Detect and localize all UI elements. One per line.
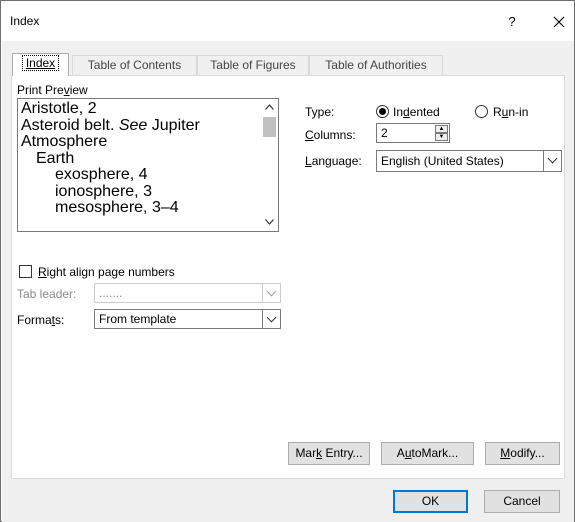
columns-spinner[interactable]: 2 ▲ ▼ (376, 123, 450, 143)
spin-down-icon[interactable]: ▼ (435, 133, 448, 141)
index-dialog: Index ? Index Table of Contents Table of… (0, 0, 575, 522)
chevron-down-icon (547, 153, 558, 164)
run-in-radio-label[interactable]: Run-in (493, 105, 528, 119)
language-label: Language: (305, 154, 362, 168)
spin-up-icon[interactable]: ▲ (435, 125, 448, 133)
preview-line: exosphere, 4 (55, 166, 148, 183)
right-align-checkbox[interactable] (19, 265, 32, 278)
preview-line: Asteroid belt. See Jupiter (21, 116, 261, 135)
language-select[interactable]: English (United States) (376, 150, 562, 172)
tab-leader-label: Tab leader: (17, 287, 77, 301)
preview-line-after: Jupiter (151, 116, 200, 134)
title-bar: Index ? (1, 1, 574, 41)
tab-table-of-contents[interactable]: Table of Contents (72, 55, 197, 75)
tab-table-of-figures[interactable]: Table of Figures (197, 55, 309, 75)
right-align-label[interactable]: Right align page numbers (38, 265, 175, 279)
dialog-body: Index Table of Contents Table of Figures… (2, 41, 574, 522)
preview-line: Aristotle, 2 (21, 100, 97, 117)
preview-line: ionosphere, 3 (55, 182, 152, 200)
scroll-thumb[interactable] (263, 117, 276, 137)
formats-select[interactable]: From template (94, 309, 281, 329)
index-tab-panel: Print Preview Aristotle, 2 Asteroid belt… (11, 75, 565, 479)
preview-line: Earth (36, 149, 75, 167)
preview-line-text: Asteroid belt. (21, 116, 115, 134)
preview-line-italic: See (118, 116, 148, 134)
indented-radio[interactable] (376, 105, 389, 118)
scroll-up-icon[interactable] (261, 99, 278, 116)
preview-line: Atmosphere (21, 133, 108, 150)
preview-scrollbar[interactable] (261, 99, 278, 231)
close-icon (553, 16, 565, 28)
columns-spin-buttons: ▲ ▼ (435, 125, 448, 141)
language-dropdown-button[interactable] (543, 151, 561, 171)
modify-button[interactable]: Modify... (485, 442, 560, 465)
tab-leader-dropdown-button (262, 284, 280, 302)
chevron-down-icon (266, 286, 277, 297)
dialog-title: Index (10, 14, 40, 28)
run-in-radio[interactable] (475, 105, 488, 118)
formats-label: Formats: (17, 313, 65, 327)
formats-dropdown-button[interactable] (262, 310, 280, 328)
tab-index-label: Index (25, 56, 56, 70)
tab-leader-value: ....... (99, 286, 123, 300)
preview-content: Aristotle, 2 Asteroid belt. See Jupiter … (21, 100, 261, 217)
language-value: English (United States) (381, 154, 504, 168)
columns-label: Columns: (305, 128, 356, 142)
print-preview-label: Print Preview (17, 83, 88, 97)
cancel-button[interactable]: Cancel (484, 490, 560, 513)
tab-index[interactable]: Index (12, 53, 69, 76)
print-preview-box[interactable]: Aristotle, 2 Asteroid belt. See Jupiter … (17, 98, 279, 232)
tab-leader-select: ....... (94, 283, 281, 303)
help-button[interactable]: ? (497, 9, 527, 35)
preview-line: mesosphere, 3–4 (55, 199, 179, 216)
scroll-down-icon[interactable] (261, 214, 278, 231)
indented-radio-label[interactable]: Indented (393, 105, 440, 119)
formats-value: From template (99, 312, 177, 326)
automark-button[interactable]: AutoMark... (381, 442, 474, 465)
tab-table-of-authorities[interactable]: Table of Authorities (309, 55, 443, 75)
chevron-down-icon (266, 312, 277, 323)
type-label: Type: (305, 105, 335, 119)
close-button[interactable] (544, 9, 574, 35)
ok-button[interactable]: OK (393, 490, 468, 513)
mark-entry-button[interactable]: Mark Entry... (288, 442, 370, 465)
columns-value: 2 (381, 126, 388, 140)
